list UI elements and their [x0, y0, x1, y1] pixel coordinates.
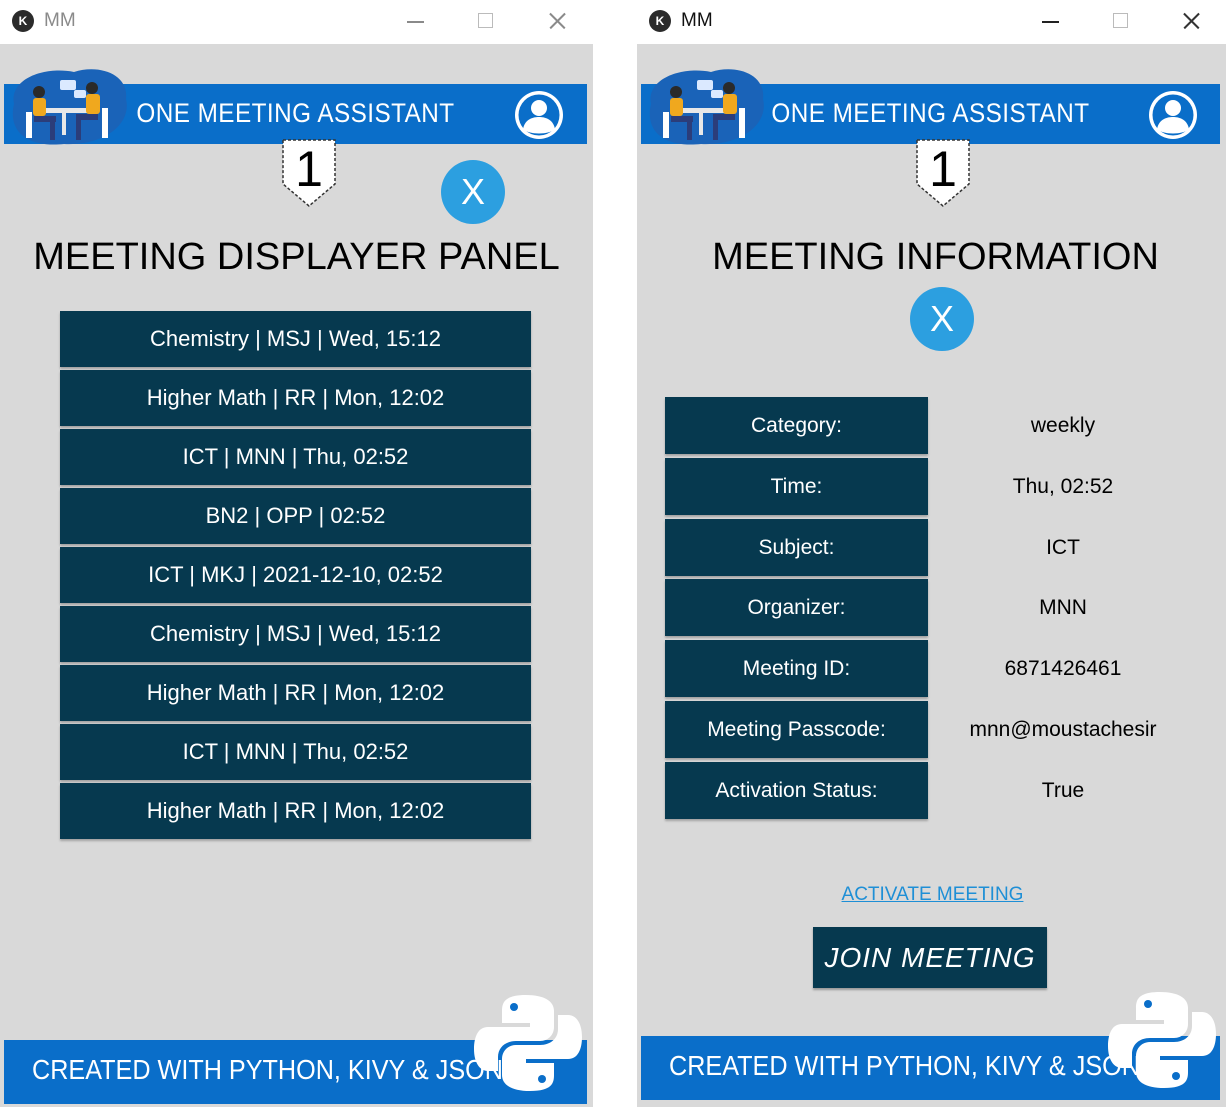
title-bar: K MM: [637, 0, 1226, 44]
title-bar: K MM: [0, 0, 593, 44]
info-label: Meeting ID:: [665, 640, 928, 697]
kivy-app-icon: K: [649, 10, 671, 32]
window-title: MM: [44, 10, 76, 31]
info-row-activation-status: Activation Status: True: [665, 762, 1215, 819]
badge-number: 1: [295, 141, 323, 197]
maximize-button[interactable]: [1100, 6, 1140, 36]
profile-icon[interactable]: [513, 89, 565, 141]
footer-text: CREATED WITH PYTHON, KIVY & JSON: [32, 1054, 503, 1085]
meeting-illustration-icon: [12, 69, 127, 145]
meeting-list-item[interactable]: ICT | MNN | Thu, 02:52: [60, 429, 531, 485]
window-close-button[interactable]: [1171, 6, 1211, 36]
info-label: Category:: [665, 397, 928, 454]
meeting-illustration-icon: [649, 69, 764, 145]
window-close-button[interactable]: [537, 6, 577, 36]
activate-meeting-link[interactable]: ACTIVATE MEETING: [637, 884, 1226, 906]
meeting-count-badge: 1: [913, 134, 973, 210]
meeting-list-item[interactable]: Higher Math | RR | Mon, 12:02: [60, 665, 531, 721]
info-value: ICT: [1046, 536, 1080, 559]
info-value: weekly: [1030, 414, 1096, 437]
maximize-button[interactable]: [465, 6, 505, 36]
meeting-count-badge: 1: [279, 134, 339, 210]
info-label: Subject:: [665, 519, 928, 576]
minimize-button[interactable]: [395, 6, 435, 36]
info-value: True: [1041, 779, 1085, 802]
python-logo-icon: [1108, 992, 1216, 1088]
meeting-list-item[interactable]: Higher Math | RR | Mon, 12:02: [60, 370, 531, 426]
info-value: 6871426461: [1004, 657, 1122, 680]
meeting-list-item[interactable]: Higher Math | RR | Mon, 12:02: [60, 783, 531, 839]
meeting-list-item[interactable]: ICT | MNN | Thu, 02:52: [60, 724, 531, 780]
meeting-list-item[interactable]: Chemistry | MSJ | Wed, 15:12: [60, 311, 531, 367]
info-row-meeting-id: Meeting ID: 6871426461: [665, 640, 1215, 697]
meeting-displayer-window: K MM ONE MEETING ASSISTANT 1 X MEETING D…: [0, 0, 593, 1107]
info-value: MNN: [1039, 596, 1087, 619]
info-label: Activation Status:: [665, 762, 928, 819]
page-title: MEETING DISPLAYER PANEL: [33, 236, 560, 278]
profile-icon[interactable]: [1147, 89, 1199, 141]
window-title: MM: [681, 10, 713, 31]
python-logo-icon: [474, 995, 582, 1091]
info-row-passcode: Meeting Passcode: mnn@moustachesir: [665, 701, 1215, 758]
join-meeting-button[interactable]: JOIN MEETING: [813, 927, 1047, 988]
info-row-time: Time: Thu, 02:52: [665, 458, 1215, 515]
close-panel-button[interactable]: X: [441, 160, 505, 224]
info-label: Time:: [665, 458, 928, 515]
info-row-organizer: Organizer: MNN: [665, 579, 1215, 636]
meeting-list-item[interactable]: ICT | MKJ | 2021-12-10, 02:52: [60, 547, 531, 603]
info-label: Meeting Passcode:: [665, 701, 928, 758]
info-label: Organizer:: [665, 579, 928, 636]
meeting-list-item[interactable]: Chemistry | MSJ | Wed, 15:12: [60, 606, 531, 662]
close-info-button[interactable]: X: [910, 287, 974, 351]
kivy-app-icon: K: [12, 10, 34, 32]
meeting-list: Chemistry | MSJ | Wed, 15:12 Higher Math…: [60, 311, 531, 842]
minimize-button[interactable]: [1030, 6, 1070, 36]
info-row-category: Category: weekly: [665, 397, 1215, 454]
meeting-information-window: K MM ONE MEETING ASSISTANT 1 MEETING INF…: [637, 0, 1226, 1107]
info-value: Thu, 02:52: [1012, 475, 1114, 498]
footer-text: CREATED WITH PYTHON, KIVY & JSON: [669, 1050, 1140, 1081]
badge-number: 1: [929, 141, 957, 197]
meeting-list-item[interactable]: BN2 | OPP | 02:52: [60, 488, 531, 544]
info-value: mnn@moustachesir: [969, 718, 1157, 741]
info-row-subject: Subject: ICT: [665, 519, 1215, 576]
page-title: MEETING INFORMATION: [712, 236, 1159, 278]
